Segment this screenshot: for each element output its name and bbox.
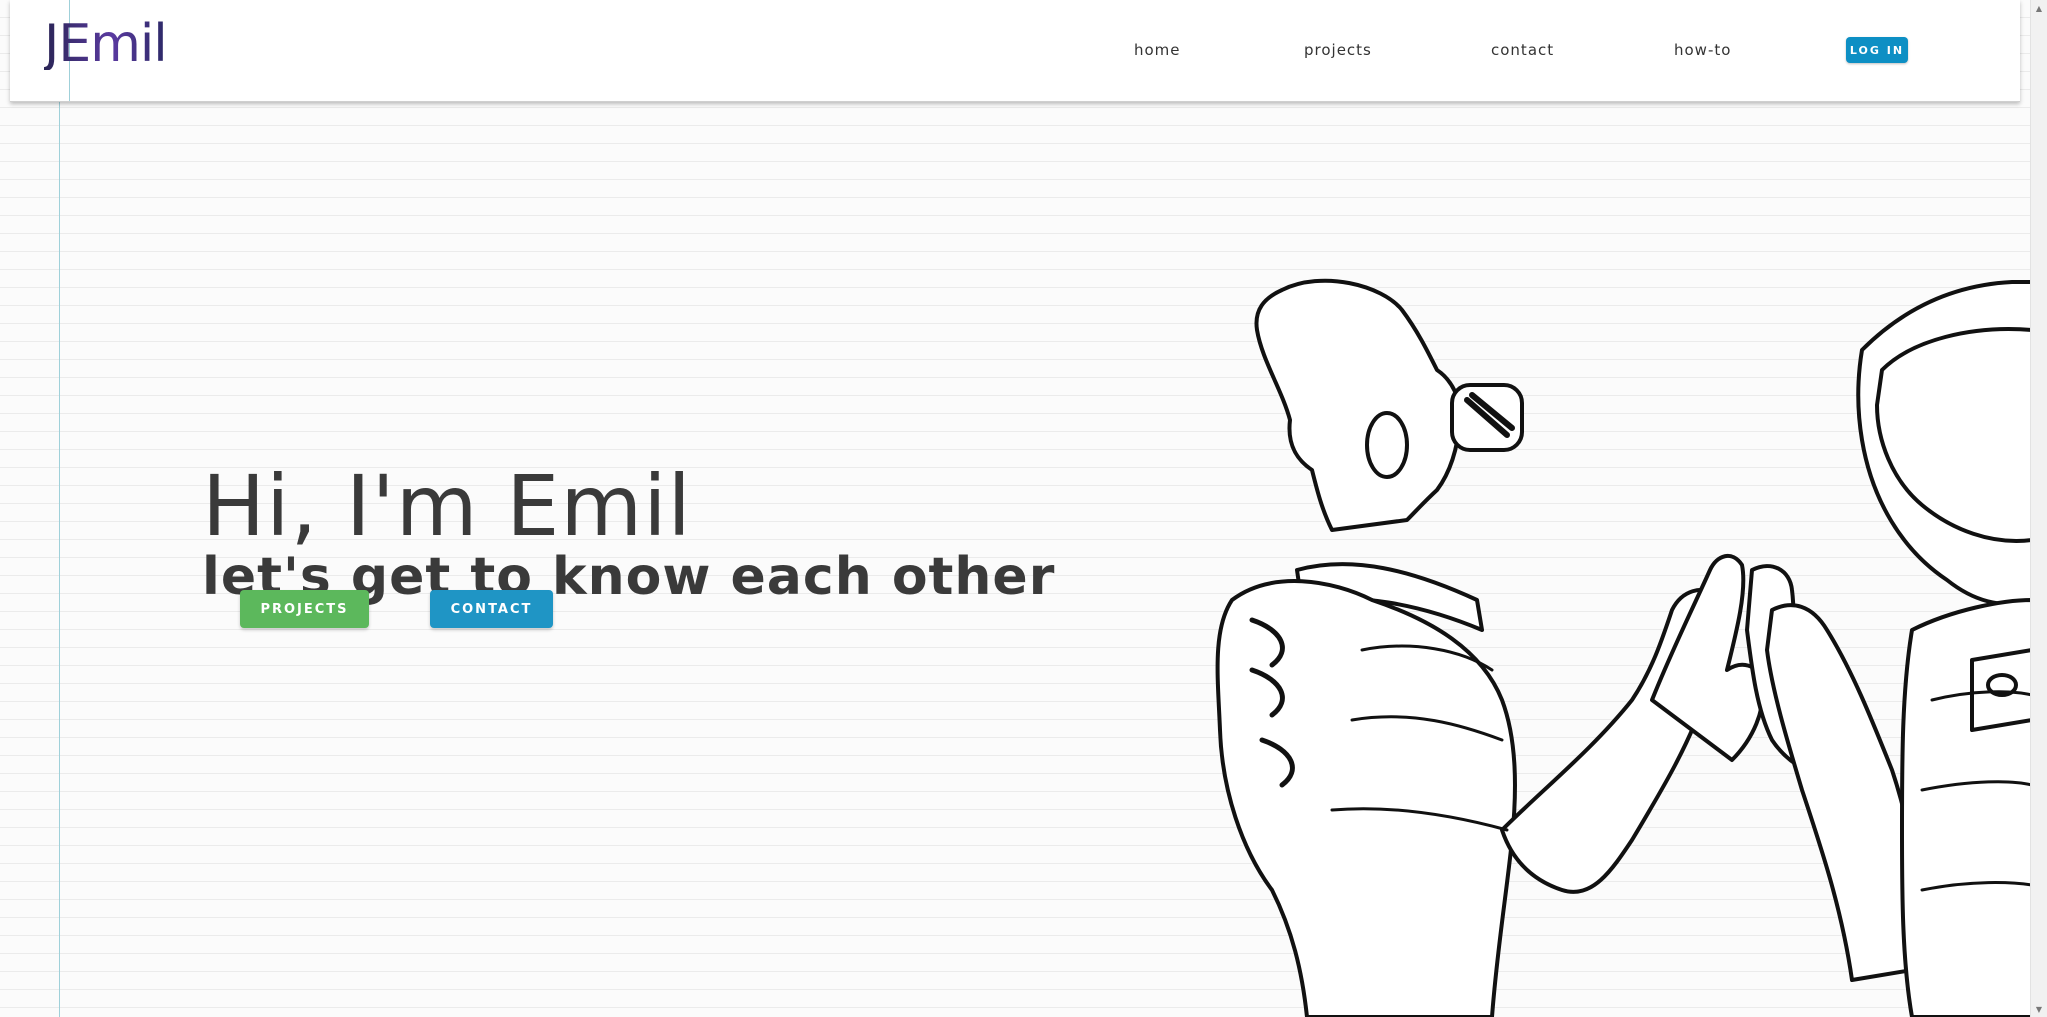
nav-link-how-to[interactable]: how-to [1674, 41, 1731, 59]
nav-link-home[interactable]: home [1134, 41, 1181, 59]
vertical-scrollbar[interactable]: ▲ ▼ [2030, 0, 2047, 1017]
login-button[interactable]: LOG IN [1846, 37, 1908, 63]
notebook-margin-line [59, 0, 60, 1017]
page: JEmil home projects contact how-to LOG I… [0, 0, 2047, 1017]
scroll-down-arrow-icon[interactable]: ▼ [2031, 1001, 2047, 1017]
nav-link-contact[interactable]: contact [1491, 41, 1554, 59]
nav-link-projects[interactable]: projects [1304, 41, 1372, 59]
navbar: JEmil home projects contact how-to LOG I… [10, 0, 2020, 102]
astronaut-arm [1765, 603, 1918, 982]
brand-logo[interactable]: JEmil [44, 18, 168, 70]
alien-astronaut-illustration [1212, 270, 2032, 1017]
illustration-svg [1215, 278, 2032, 1017]
contact-button[interactable]: CONTACT [430, 590, 553, 628]
scroll-up-arrow-icon[interactable]: ▲ [2031, 0, 2047, 16]
alien-head [1254, 278, 1463, 532]
alien-ear [1365, 411, 1409, 479]
projects-button[interactable]: PROJECTS [240, 590, 369, 628]
hero-title: Hi, I'm Emil [202, 457, 692, 556]
alien-body [1215, 579, 1517, 1017]
